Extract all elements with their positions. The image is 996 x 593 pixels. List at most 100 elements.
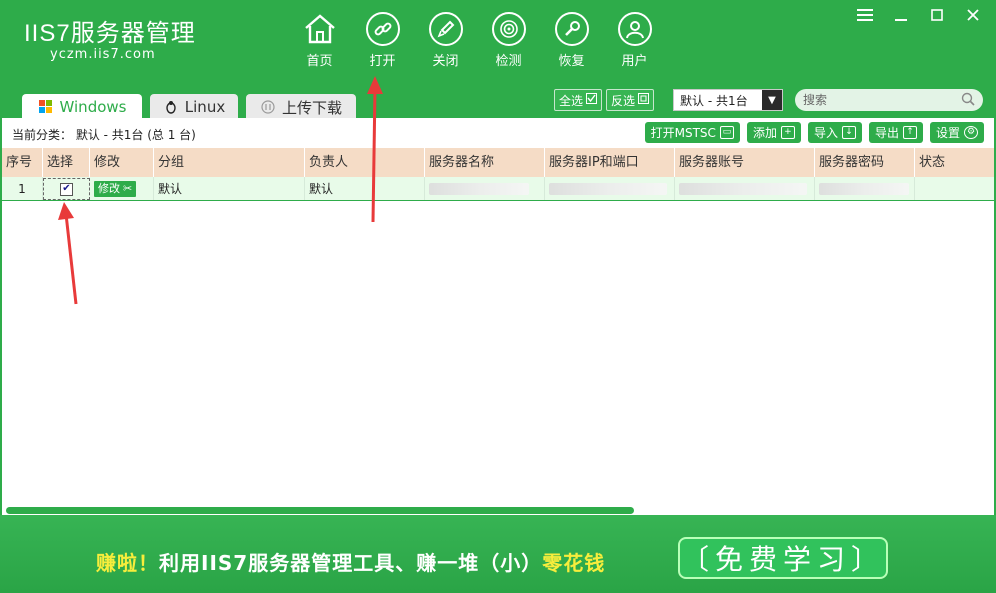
tab-linux[interactable]: Linux bbox=[150, 94, 238, 120]
table-header: 序号 选择 修改 分组 负责人 服务器名称 服务器IP和端口 服务器账号 服务器… bbox=[2, 148, 994, 177]
chevron-down-icon: ▼ bbox=[762, 90, 782, 110]
promo-banner[interactable]: 赚啦！利用IIS7服务器管理工具、赚一堆（小）零花钱 〔免费学习〕 bbox=[0, 515, 996, 593]
col-header-account[interactable]: 服务器账号 bbox=[675, 148, 815, 177]
import-icon: ↓ bbox=[841, 126, 856, 139]
nav-home-label: 首页 bbox=[306, 54, 333, 69]
add-icon: + bbox=[780, 126, 795, 139]
select-all-label: 全选 bbox=[559, 93, 584, 108]
row-edit-button[interactable]: 修改 ✂ bbox=[94, 180, 137, 197]
search-icon[interactable] bbox=[961, 92, 975, 109]
col-header-index[interactable]: 序号 bbox=[2, 148, 43, 177]
col-header-edit[interactable]: 修改 bbox=[90, 148, 154, 177]
promo-suffix: 零花钱 bbox=[542, 551, 606, 575]
import-label: 导入 bbox=[813, 126, 838, 140]
link-icon bbox=[365, 12, 400, 46]
monitor-icon: ▭ bbox=[719, 126, 734, 139]
radar-icon bbox=[491, 12, 526, 46]
horizontal-scrollbar[interactable] bbox=[6, 507, 634, 514]
export-icon: ↑ bbox=[902, 126, 917, 139]
window-controls bbox=[856, 6, 982, 24]
nav-restore[interactable]: 恢复 bbox=[540, 12, 603, 69]
row-edit-label: 修改 bbox=[98, 181, 120, 195]
search-box bbox=[795, 89, 983, 111]
main-content: 当前分类： 默认 - 共1台 (总 1 台) 打开MSTSC ▭ 添加 + 导入… bbox=[0, 118, 996, 515]
row-index: 1 bbox=[2, 177, 43, 200]
promo-text: 赚啦！利用IIS7服务器管理工具、赚一堆（小）零花钱 bbox=[96, 547, 605, 576]
tab-transfer-label: 上传下载 bbox=[281, 98, 342, 117]
col-header-server-name[interactable]: 服务器名称 bbox=[425, 148, 545, 177]
invert-icon bbox=[638, 93, 650, 107]
col-header-group[interactable]: 分组 bbox=[154, 148, 305, 177]
user-icon bbox=[617, 12, 652, 46]
server-table: 序号 选择 修改 分组 负责人 服务器名称 服务器IP和端口 服务器账号 服务器… bbox=[2, 148, 994, 201]
row-checkbox[interactable]: ✔ bbox=[60, 182, 73, 196]
table-row[interactable]: 1 ✔ 修改 ✂ 默认 默认 bbox=[2, 177, 994, 201]
nav-close[interactable]: 关闭 bbox=[414, 12, 477, 69]
free-learning-button[interactable]: 〔免费学习〕 bbox=[678, 537, 888, 579]
settings-button[interactable]: 设置 ⚙ bbox=[929, 122, 984, 143]
rocket-icon bbox=[428, 12, 463, 46]
add-button[interactable]: 添加 + bbox=[746, 122, 801, 143]
nav-detect-label: 检测 bbox=[495, 54, 522, 69]
tab-bar: Windows Linux 上传下载 全选 反选 默认 - 共1台 ▼ bbox=[0, 78, 996, 120]
nav-restore-label: 恢复 bbox=[558, 54, 585, 69]
linux-icon bbox=[163, 99, 179, 115]
open-mstsc-label: 打开MSTSC bbox=[650, 126, 716, 140]
row-status bbox=[915, 177, 994, 200]
nav-user[interactable]: 用户 bbox=[603, 12, 666, 69]
nav-close-label: 关闭 bbox=[432, 54, 459, 69]
annotation-arrow-select bbox=[58, 202, 78, 305]
wrench-icon bbox=[554, 12, 589, 46]
search-input[interactable] bbox=[803, 93, 961, 107]
nav-detect[interactable]: 检测 bbox=[477, 12, 540, 69]
main-nav: 首页 打开 关闭 检测 恢复 用户 bbox=[288, 12, 666, 69]
app-header: IIS7服务器管理 yczm.iis7.com 首页 打开 关闭 检测 恢复 用… bbox=[0, 0, 996, 88]
close-icon[interactable] bbox=[964, 6, 982, 24]
checkbox-icon bbox=[586, 93, 598, 107]
maximize-icon[interactable] bbox=[928, 6, 946, 24]
row-group: 默认 bbox=[154, 177, 305, 200]
nav-user-label: 用户 bbox=[621, 54, 648, 69]
col-header-select[interactable]: 选择 bbox=[43, 148, 90, 177]
home-icon bbox=[303, 12, 337, 46]
gear-icon: ⚙ bbox=[964, 126, 978, 139]
scissors-icon: ✂ bbox=[123, 181, 133, 195]
settings-label: 设置 bbox=[935, 126, 960, 140]
export-label: 导出 bbox=[874, 126, 899, 140]
invert-selection-button[interactable]: 反选 bbox=[606, 89, 655, 111]
tab-windows[interactable]: Windows bbox=[22, 94, 142, 120]
annotation-arrow-open bbox=[367, 76, 383, 223]
windows-icon bbox=[38, 99, 54, 115]
logo-url: yczm.iis7.com bbox=[50, 47, 156, 62]
transfer-icon bbox=[260, 99, 276, 115]
row-password bbox=[815, 177, 915, 200]
import-button[interactable]: 导入 ↓ bbox=[807, 122, 862, 143]
nav-open[interactable]: 打开 bbox=[351, 12, 414, 69]
category-select[interactable]: 默认 - 共1台 ▼ bbox=[673, 89, 783, 111]
invert-selection-label: 反选 bbox=[611, 93, 636, 108]
menu-icon[interactable] bbox=[856, 6, 874, 24]
app-logo: IIS7服务器管理 yczm.iis7.com bbox=[24, 20, 196, 62]
category-select-value: 默认 - 共1台 bbox=[680, 93, 748, 108]
tab-transfer[interactable]: 上传下载 bbox=[246, 94, 356, 120]
row-edit-cell: 修改 ✂ bbox=[90, 177, 154, 200]
export-button[interactable]: 导出 ↑ bbox=[868, 122, 923, 143]
logo-title: IIS7服务器管理 bbox=[24, 20, 196, 47]
select-all-button[interactable]: 全选 bbox=[554, 89, 603, 111]
open-mstsc-button[interactable]: 打开MSTSC ▭ bbox=[644, 122, 740, 143]
col-header-password[interactable]: 服务器密码 bbox=[815, 148, 915, 177]
tab-windows-label: Windows bbox=[59, 98, 127, 116]
row-account bbox=[675, 177, 815, 200]
category-info: 当前分类： 默认 - 共1台 (总 1 台) bbox=[12, 128, 196, 142]
promo-prefix: 赚啦！ bbox=[96, 551, 159, 575]
col-header-status[interactable]: 状态 bbox=[915, 148, 994, 177]
tab-linux-label: Linux bbox=[184, 98, 226, 116]
action-toolbar: 打开MSTSC ▭ 添加 + 导入 ↓ 导出 ↑ 设置 ⚙ bbox=[644, 122, 984, 143]
row-ip-port bbox=[545, 177, 675, 200]
minimize-icon[interactable] bbox=[892, 6, 910, 24]
nav-home[interactable]: 首页 bbox=[288, 12, 351, 69]
add-label: 添加 bbox=[752, 126, 777, 140]
col-header-ip-port[interactable]: 服务器IP和端口 bbox=[545, 148, 675, 177]
nav-open-label: 打开 bbox=[369, 54, 396, 69]
row-server-name bbox=[425, 177, 545, 200]
